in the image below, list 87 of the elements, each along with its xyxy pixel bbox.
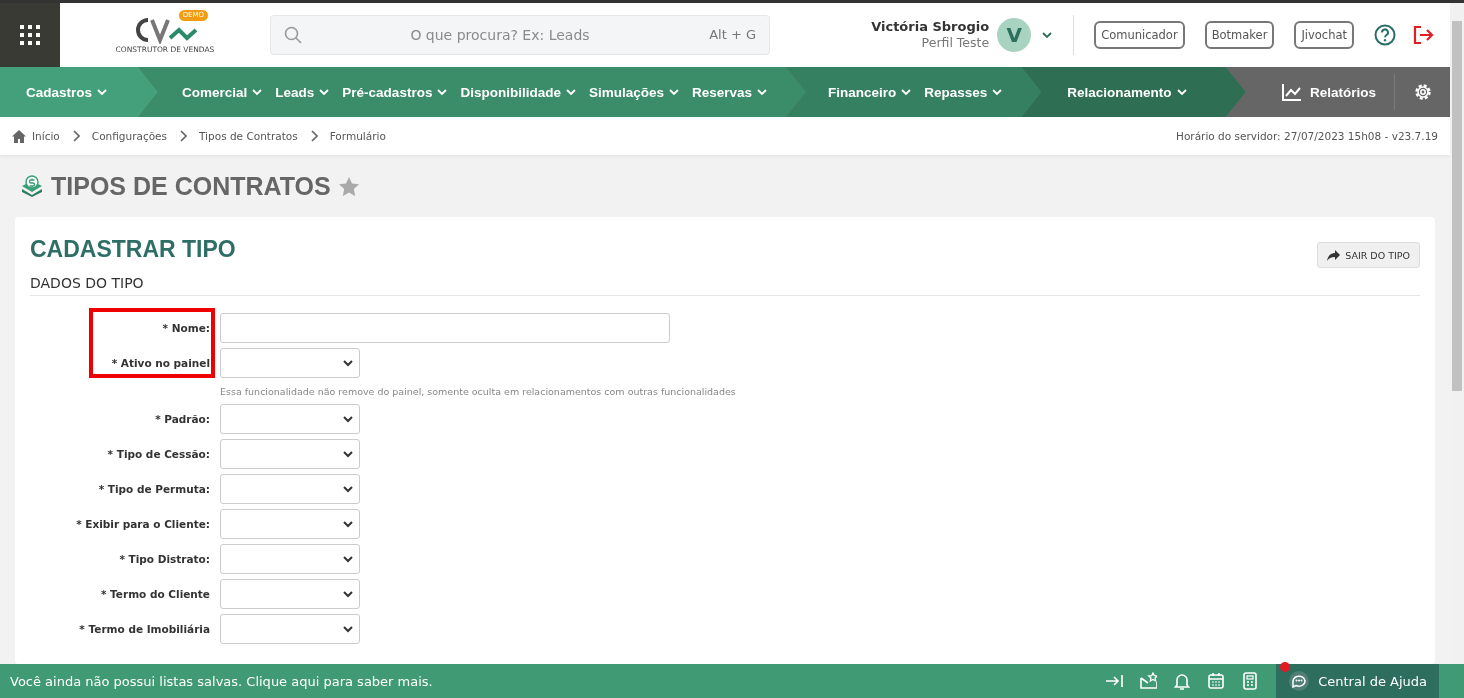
- chevron-down-icon: [900, 87, 913, 97]
- select-dropdown[interactable]: [220, 348, 360, 378]
- calculator-icon[interactable]: [1241, 672, 1260, 690]
- line-chart-icon: [1281, 83, 1302, 101]
- mail-star-icon[interactable]: [1139, 672, 1158, 690]
- field-label: * Exibir para o Cliente:: [75, 518, 210, 530]
- chevron-down-icon: [251, 87, 264, 97]
- server-time: Horário do servidor: 27/07/2023 15h08 - v23.7.19: [1176, 130, 1438, 142]
- star-icon[interactable]: [338, 176, 359, 196]
- chevron-down-icon: [667, 87, 680, 97]
- chevron-down-icon: [991, 87, 1004, 97]
- header-button[interactable]: Jivochat: [1294, 21, 1354, 49]
- field-hint: Essa funcionalidade não remove do painel, somente oculta em relacionamentos com outras funcionalidades: [220, 386, 736, 397]
- field-label: * Termo do Cliente: [99, 588, 210, 600]
- help-icon[interactable]: [1374, 24, 1396, 46]
- nav-menu-item[interactable]: Financeiro: [822, 67, 919, 117]
- form-title: CADASTRAR TIPO: [30, 236, 236, 263]
- chevron-down-icon: [1175, 87, 1188, 97]
- chevron-right-icon: [71, 130, 80, 142]
- chevron-down-icon: [342, 589, 354, 599]
- logout-icon[interactable]: [1412, 24, 1434, 46]
- nav-menu-item[interactable]: Relacionamento: [1061, 67, 1194, 117]
- field-label: * Tipo de Cessão:: [106, 448, 210, 460]
- home-icon: [12, 129, 26, 143]
- chevron-right-icon: [179, 130, 188, 142]
- select-dropdown[interactable]: [220, 404, 360, 434]
- saved-lists-link[interactable]: Você ainda não possui listas salvas. Clique aqui para saber mais.: [0, 673, 1106, 689]
- breadcrumb-link[interactable]: Início: [32, 130, 60, 142]
- chevron-down-icon: [342, 449, 354, 459]
- help-center-button[interactable]: Central de Ajuda: [1276, 664, 1439, 698]
- chevron-down-icon: [342, 358, 354, 368]
- share-arrow-icon: [1327, 249, 1341, 261]
- text-input[interactable]: [220, 313, 670, 343]
- chevron-down-icon: [318, 87, 331, 97]
- chevron-down-icon: [342, 414, 354, 424]
- select-dropdown[interactable]: [220, 614, 360, 644]
- chevron-down-icon: [342, 624, 354, 634]
- select-dropdown[interactable]: [220, 474, 360, 504]
- settings-icon: [1412, 82, 1433, 102]
- chevron-down-icon: [564, 87, 577, 97]
- grid-icon: [20, 25, 40, 45]
- bell-icon[interactable]: [1173, 672, 1192, 690]
- field-label: * Nome:: [161, 322, 210, 334]
- field-label: * Tipo de Permuta:: [97, 483, 210, 495]
- field-label: * Ativo no painel: [110, 357, 210, 369]
- nav-menu-item[interactable]: Comercial: [176, 67, 270, 117]
- chat-bubble-icon: [1288, 670, 1311, 692]
- field-label: * Termo de Imobiliária: [78, 623, 210, 635]
- nav-menu-item[interactable]: Cadastros: [20, 67, 115, 117]
- select-dropdown[interactable]: [220, 579, 360, 609]
- page-title: TIPOS DE CONTRATOS: [51, 171, 331, 201]
- reports-link[interactable]: Relatórios: [1275, 67, 1394, 117]
- collapse-arrow-icon[interactable]: [1105, 672, 1124, 690]
- nav-menu-item[interactable]: Reservas: [685, 67, 774, 117]
- avatar[interactable]: V: [997, 18, 1032, 52]
- header-button[interactable]: Botmaker: [1204, 21, 1275, 49]
- nav-menu-item[interactable]: Simulações: [582, 67, 686, 117]
- nav-menu-item[interactable]: Repasses: [918, 67, 1010, 117]
- chevron-down-icon: [342, 484, 354, 494]
- breadcrumb-link[interactable]: Configurações: [91, 130, 168, 142]
- nav-menu-item[interactable]: Pré-cadastros: [336, 67, 455, 117]
- field-label: * Tipo Distrato:: [118, 553, 210, 565]
- chevron-down-icon: [436, 87, 449, 97]
- header-button[interactable]: Comunicador: [1094, 21, 1185, 49]
- select-dropdown[interactable]: [220, 509, 360, 539]
- chevron-right-icon: [309, 130, 318, 142]
- money-stack-icon: [21, 175, 43, 197]
- section-heading: DADOS DO TIPO: [30, 268, 1420, 296]
- search-icon: [284, 26, 302, 44]
- chevron-down-icon: [756, 87, 768, 97]
- shortcut-hint: Alt + G: [709, 27, 756, 42]
- chevron-down-icon: [342, 519, 354, 529]
- chevron-down-icon: [96, 87, 109, 97]
- field-label: * Padrão:: [154, 413, 210, 425]
- user-name: Victória Sbrogio: [871, 19, 990, 35]
- breadcrumb-link[interactable]: Formulário: [329, 130, 386, 142]
- user-profile: Perfil Teste: [921, 35, 990, 51]
- chevron-down-icon: [342, 554, 354, 564]
- calendar-icon[interactable]: [1207, 672, 1226, 690]
- select-dropdown[interactable]: [220, 544, 360, 574]
- chevron-down-icon[interactable]: [1041, 30, 1054, 40]
- nav-menu-item[interactable]: Leads: [269, 67, 337, 117]
- select-dropdown[interactable]: [220, 439, 360, 469]
- breadcrumb-link[interactable]: Tipos de Contratos: [199, 130, 298, 142]
- apps-menu-button[interactable]: [0, 3, 60, 67]
- nav-menu-item[interactable]: Disponibilidade: [454, 67, 583, 117]
- exit-button[interactable]: SAIR DO TIPO: [1317, 242, 1420, 268]
